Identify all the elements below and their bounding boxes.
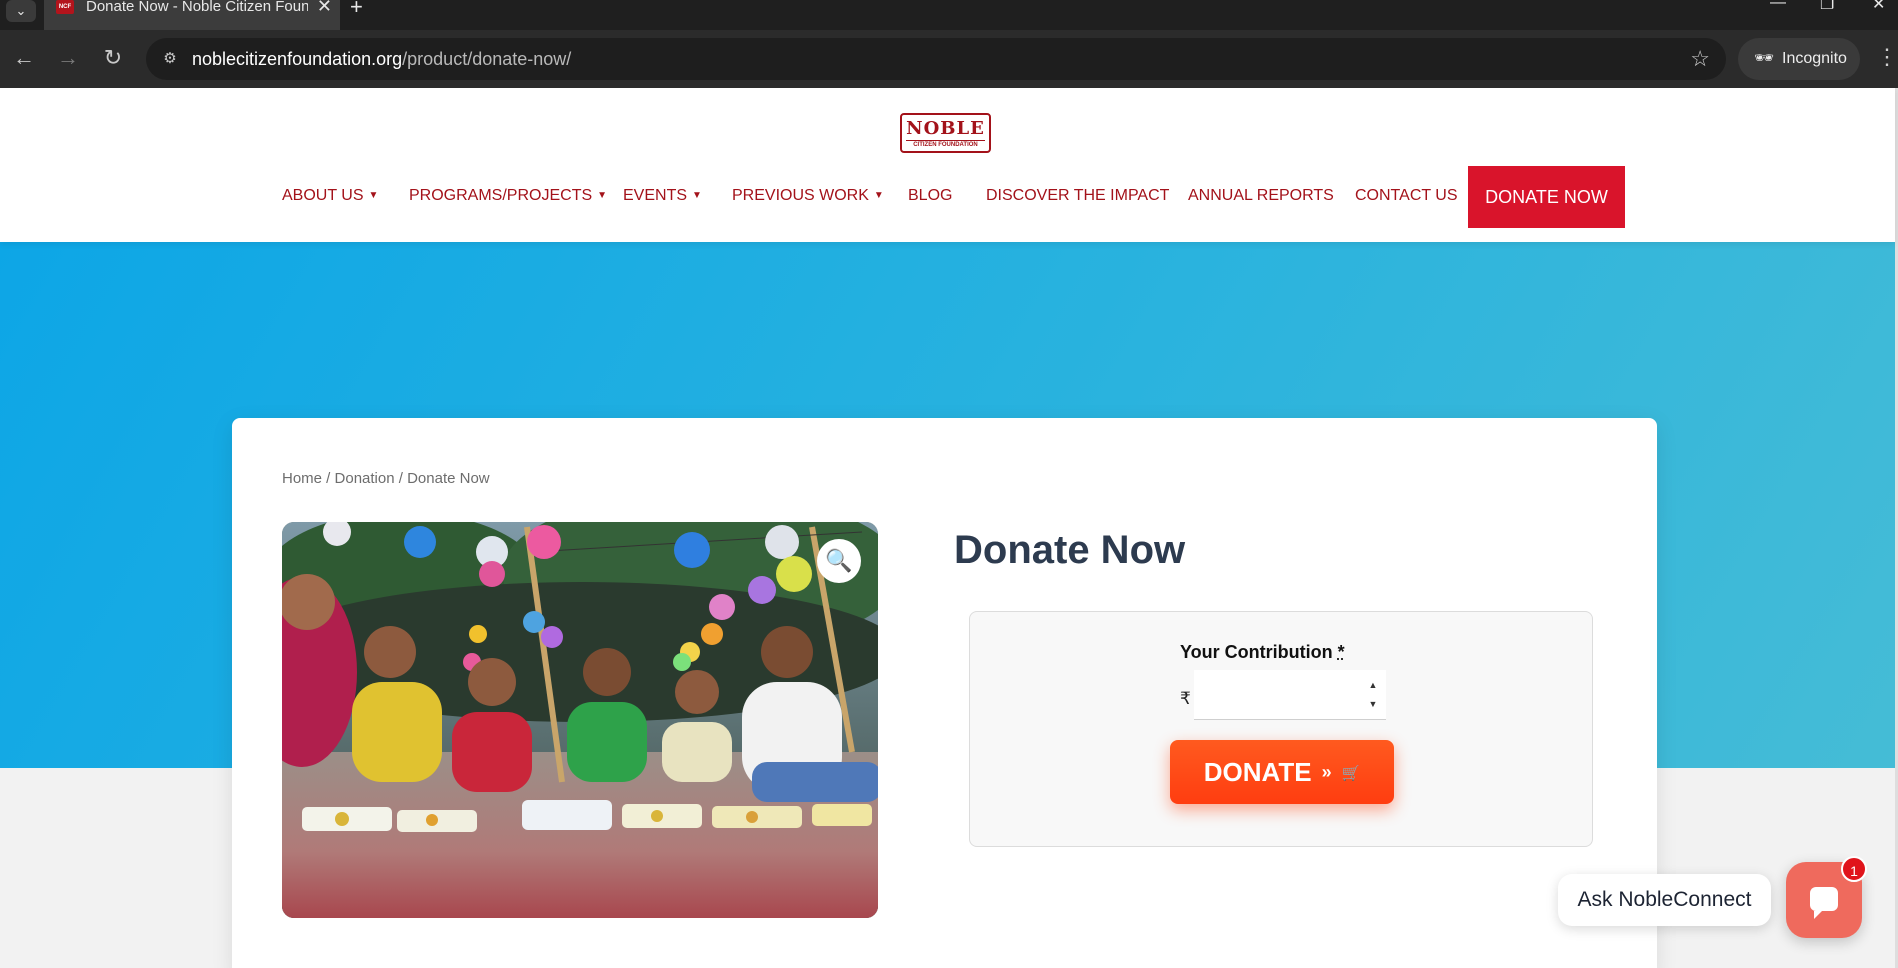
contribution-form: Your Contribution * ₹ ▲ ▼ DONATE » 🛒 <box>969 611 1593 847</box>
chat-launcher-button[interactable]: 1 <box>1786 856 1867 938</box>
tab-title: Donate Now - Noble Citizen Foundation <box>86 0 308 15</box>
donate-now-nav-button[interactable]: DONATE NOW <box>1468 166 1625 228</box>
browser-tab-bar: ⌄ NCF Donate Now - Noble Citizen Foundat… <box>0 0 1898 30</box>
caret-down-icon: ▼ <box>692 190 702 201</box>
new-tab-plus-icon[interactable]: + <box>350 0 363 20</box>
nav-about-us[interactable]: ABOUT US ▼ <box>282 187 378 205</box>
logo-sub-text: CITIZEN FOUNDATION <box>906 140 985 149</box>
breadcrumb-separator: / <box>394 470 408 487</box>
caret-down-icon: ▼ <box>873 190 884 201</box>
site-info-icon[interactable]: ⚙ <box>158 48 182 70</box>
web-page: NOBLE CITIZEN FOUNDATION ABOUT US ▼ PROGR… <box>0 88 1898 968</box>
double-chevron-icon: » <box>1321 762 1332 782</box>
required-mark: * <box>1337 642 1345 662</box>
amount-stepper[interactable]: ▲ ▼ <box>1364 676 1382 714</box>
product-title: Donate Now <box>954 528 1186 572</box>
children-eating-photo <box>282 522 878 918</box>
close-tab-icon[interactable]: ✕ <box>317 0 332 17</box>
cart-icon: 🛒 <box>1341 765 1361 782</box>
address-bar[interactable]: ⚙ noblecitizenfoundation.org/product/don… <box>146 38 1726 80</box>
caret-down-icon: ▼ <box>368 190 379 201</box>
browser-toolbar: ← → ↻ ⚙ noblecitizenfoundation.org/produ… <box>0 30 1898 88</box>
nav-programs-projects[interactable]: PROGRAMS/PROJECTS ▼ <box>409 187 607 205</box>
donate-button-label: DONATE <box>1203 757 1312 787</box>
forward-arrow-icon[interactable]: → <box>54 44 82 72</box>
breadcrumb: Home / Donation / Donate Now <box>282 470 490 487</box>
active-tab[interactable]: NCF Donate Now - Noble Citizen Foundatio… <box>44 0 340 30</box>
chat-icon <box>1810 887 1838 919</box>
site-favicon-icon: NCF <box>56 0 74 14</box>
site-header: NOBLE CITIZEN FOUNDATION ABOUT US ▼ PROGR… <box>0 88 1895 242</box>
breadcrumb-separator: / <box>322 470 335 487</box>
bookmark-star-icon[interactable]: ☆ <box>1690 46 1710 72</box>
minimize-window-icon[interactable]: — <box>1770 0 1786 12</box>
incognito-indicator[interactable]: 🕶 Incognito <box>1738 38 1860 80</box>
stepper-up-arrow-icon[interactable]: ▲ <box>1364 676 1382 694</box>
site-logo[interactable]: NOBLE CITIZEN FOUNDATION <box>900 113 991 153</box>
breadcrumb-current: Donate Now <box>407 470 490 487</box>
nav-discover-the-impact[interactable]: DISCOVER THE IMPACT <box>986 187 1169 205</box>
incognito-label: Incognito <box>1782 50 1847 67</box>
contribution-label: Your Contribution * <box>1180 642 1345 662</box>
magnifier-icon[interactable]: 🔍 <box>817 539 861 583</box>
reload-icon[interactable]: ↻ <box>99 44 127 72</box>
breadcrumb-home[interactable]: Home <box>282 470 322 487</box>
browser-menu-icon[interactable]: ⋮ <box>1876 44 1898 70</box>
nav-previous-work[interactable]: PREVIOUS WORK ▼ <box>732 187 884 205</box>
donate-button[interactable]: DONATE » 🛒 <box>1170 740 1394 804</box>
contribution-amount-input[interactable] <box>1194 670 1386 720</box>
close-window-icon[interactable]: ✕ <box>1872 0 1885 14</box>
chat-prompt-bubble[interactable]: Ask NobleConnect <box>1558 874 1771 926</box>
incognito-icon: 🕶 <box>1754 50 1775 67</box>
tab-search-button[interactable]: ⌄ <box>6 0 36 22</box>
logo-main-text: NOBLE <box>906 118 985 139</box>
stepper-down-arrow-icon[interactable]: ▼ <box>1364 695 1382 713</box>
nav-blog[interactable]: BLOG <box>908 187 952 205</box>
restore-window-icon[interactable]: ❐ <box>1820 0 1834 14</box>
product-card: Home / Donation / Donate Now 🔍 Donate No… <box>232 418 1657 968</box>
nav-events[interactable]: EVENTS ▼ <box>623 187 702 205</box>
url-text[interactable]: noblecitizenfoundation.org/product/donat… <box>192 49 571 70</box>
caret-down-icon: ▼ <box>597 190 608 201</box>
rupee-symbol: ₹ <box>1180 689 1191 708</box>
nav-contact-us[interactable]: CONTACT US <box>1355 187 1458 205</box>
nav-annual-reports[interactable]: ANNUAL REPORTS <box>1188 187 1334 205</box>
back-arrow-icon[interactable]: ← <box>10 44 38 72</box>
product-image[interactable]: 🔍 <box>282 522 878 918</box>
chat-unread-badge: 1 <box>1841 856 1867 882</box>
breadcrumb-donation[interactable]: Donation <box>335 470 395 487</box>
